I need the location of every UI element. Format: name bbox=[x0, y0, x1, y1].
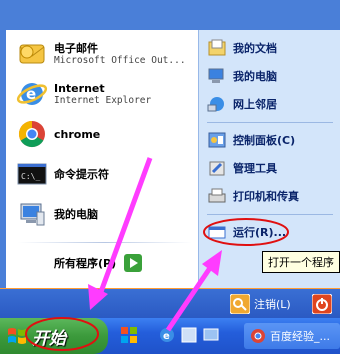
windows-flag-icon bbox=[121, 327, 137, 343]
internet-explorer-icon: e bbox=[16, 78, 48, 110]
divider bbox=[207, 214, 333, 215]
menu-item-title: 我的电脑 bbox=[54, 207, 98, 221]
command-prompt-icon: C:\_ bbox=[16, 158, 48, 190]
menu-item-admin-tools[interactable]: 管理工具 bbox=[207, 158, 277, 178]
run-icon bbox=[207, 222, 227, 242]
menu-item-label: 网上邻居 bbox=[233, 98, 277, 111]
printers-icon bbox=[207, 186, 227, 206]
show-desktop-icon bbox=[203, 328, 219, 341]
windows-logo-icon bbox=[8, 328, 26, 344]
menu-item-printers[interactable]: 打印机和传真 bbox=[207, 186, 299, 206]
menu-item-subtitle: Internet Explorer bbox=[54, 94, 152, 106]
all-programs-button[interactable]: 所有程序(P) bbox=[54, 254, 143, 272]
svg-text:C:\_: C:\_ bbox=[21, 172, 40, 181]
network-places-icon bbox=[207, 94, 227, 114]
menu-item-title: chrome bbox=[54, 127, 101, 141]
taskbar: 开始 e 百度经验_... bbox=[0, 318, 340, 354]
taskbar-window-title: 百度经验_... bbox=[270, 330, 330, 343]
menu-item-my-documents[interactable]: 我的文档 bbox=[207, 38, 277, 58]
svg-text:e: e bbox=[163, 331, 170, 342]
pinned-programs-pane: 电子邮件 Microsoft Office Out... e Internet … bbox=[6, 30, 198, 288]
quick-launch-app-icon[interactable] bbox=[180, 326, 198, 347]
start-label: 开始 bbox=[32, 328, 66, 349]
divider bbox=[207, 122, 333, 123]
shutdown-button[interactable] bbox=[311, 293, 333, 317]
quick-launch-ie-icon[interactable]: e bbox=[158, 326, 176, 347]
svg-text:e: e bbox=[26, 85, 36, 103]
taskbar-window-button[interactable]: 百度经验_... bbox=[244, 323, 340, 349]
menu-item-label: 打印机和传真 bbox=[233, 190, 299, 203]
menu-item-my-computer-right[interactable]: 我的电脑 bbox=[207, 66, 277, 86]
quick-launch-windows-icon[interactable] bbox=[120, 326, 138, 347]
divider bbox=[18, 242, 192, 243]
menu-item-command-prompt[interactable]: C:\_ 命令提示符 bbox=[16, 158, 109, 190]
power-icon bbox=[311, 293, 333, 315]
quick-launch-desktop-icon[interactable] bbox=[202, 326, 220, 347]
chrome-icon bbox=[251, 329, 265, 343]
menu-item-chrome[interactable]: chrome bbox=[16, 118, 100, 150]
all-programs-label: 所有程序(P) bbox=[54, 257, 117, 270]
menu-item-email[interactable]: 电子邮件 Microsoft Office Out... bbox=[16, 38, 186, 70]
menu-item-title: Internet bbox=[54, 81, 105, 95]
logoff-label: 注销(L) bbox=[254, 298, 291, 311]
chrome-icon bbox=[16, 118, 48, 150]
logoff-button[interactable]: 注销(L) bbox=[230, 294, 291, 314]
key-icon bbox=[230, 294, 250, 314]
my-computer-icon bbox=[16, 198, 48, 230]
menu-item-title: 电子邮件 bbox=[54, 41, 98, 55]
menu-item-title: 命令提示符 bbox=[54, 167, 109, 181]
my-documents-icon bbox=[207, 38, 227, 58]
internet-explorer-icon: e bbox=[160, 328, 174, 342]
menu-item-internet[interactable]: e Internet Internet Explorer bbox=[16, 78, 151, 110]
menu-item-label: 我的文档 bbox=[233, 42, 277, 55]
menu-item-label: 我的电脑 bbox=[233, 70, 277, 83]
menu-item-my-computer[interactable]: 我的电脑 bbox=[16, 198, 98, 230]
outlook-mail-icon bbox=[16, 38, 48, 70]
tooltip: 打开一个程序 bbox=[262, 251, 340, 273]
start-button[interactable]: 开始 bbox=[0, 318, 108, 354]
my-computer-icon bbox=[207, 66, 227, 86]
green-arrow-icon bbox=[124, 254, 143, 272]
app-icon bbox=[181, 327, 197, 343]
menu-item-run[interactable]: 运行(R)... bbox=[207, 222, 286, 242]
places-pane: 我的文档 我的电脑 网上邻居 控制面板(C) 管理工具 打印机和传真 运行(R)… bbox=[198, 30, 340, 288]
menu-item-network-places[interactable]: 网上邻居 bbox=[207, 94, 277, 114]
menu-item-label: 管理工具 bbox=[233, 162, 277, 175]
menu-item-control-panel[interactable]: 控制面板(C) bbox=[207, 130, 295, 150]
start-menu-footer: 注销(L) bbox=[0, 288, 340, 319]
admin-tools-icon bbox=[207, 158, 227, 178]
control-panel-icon bbox=[207, 130, 227, 150]
menu-item-subtitle: Microsoft Office Out... bbox=[54, 54, 186, 66]
start-menu: 电子邮件 Microsoft Office Out... e Internet … bbox=[0, 0, 340, 319]
menu-item-label: 控制面板(C) bbox=[233, 134, 296, 147]
menu-item-label: 运行(R)... bbox=[233, 226, 287, 239]
